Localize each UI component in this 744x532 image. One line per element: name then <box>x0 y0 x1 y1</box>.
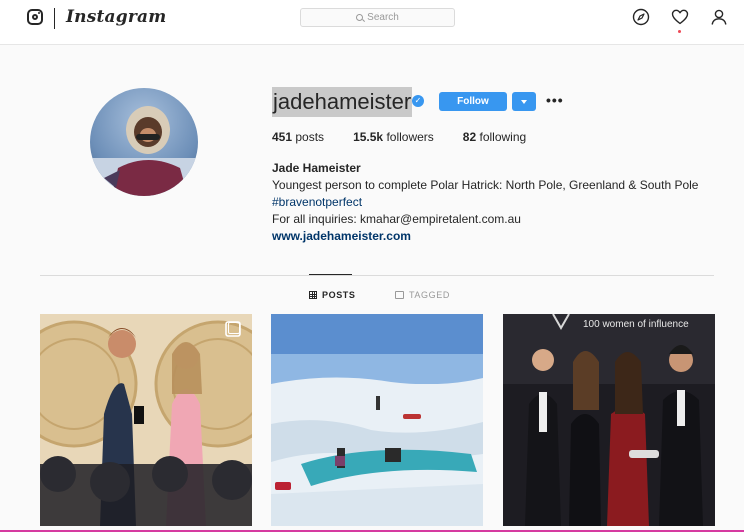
followers-label: followers <box>386 130 434 144</box>
followers-stat[interactable]: 15.5k followers <box>353 130 434 144</box>
gala-banner-text: 100 women of influence <box>583 319 689 330</box>
posts-count: 451 <box>272 130 293 144</box>
grid-icon <box>309 291 317 299</box>
post-thumbnail[interactable]: 100 women of influence <box>503 314 715 526</box>
post-thumbnail[interactable] <box>40 314 252 526</box>
following-count: 82 <box>462 130 477 144</box>
search-input[interactable]: Search <box>300 8 455 27</box>
profile-person-icon[interactable] <box>710 8 728 26</box>
active-tab-indicator <box>309 274 352 275</box>
website-link[interactable]: www.jadehameister.com <box>272 228 698 245</box>
bio-hashtag-link[interactable]: #bravenotperfect <box>272 194 698 211</box>
activity-heart-icon[interactable] <box>671 8 689 26</box>
more-options-button[interactable]: ••• <box>546 93 564 107</box>
post-image-gala: 100 women of influence <box>503 314 715 526</box>
tab-posts[interactable]: POSTS <box>309 290 356 300</box>
following-label: following <box>479 130 527 144</box>
followers-count: 15.5k <box>353 130 384 144</box>
full-name: Jade Hameister <box>272 161 361 175</box>
logo-divider <box>54 8 55 29</box>
avatar-photo <box>90 106 198 196</box>
chevron-down-icon <box>521 99 527 104</box>
tab-tagged[interactable]: TAGGED <box>395 290 450 300</box>
posts-label: posts <box>295 130 325 144</box>
suggested-accounts-dropdown-button[interactable] <box>512 92 536 111</box>
verified-badge-icon: ✓ <box>412 95 424 107</box>
tab-tagged-label: TAGGED <box>409 290 450 300</box>
search-placeholder: Search <box>367 12 399 23</box>
bio-line: Youngest person to complete Polar Hatric… <box>272 178 699 192</box>
post-image-award <box>40 314 252 526</box>
post-thumbnail[interactable] <box>271 314 483 526</box>
profile-username: jadehameister <box>272 87 413 117</box>
search-icon <box>356 14 364 21</box>
explore-compass-icon[interactable] <box>632 8 650 26</box>
carousel-icon <box>228 322 240 334</box>
notification-dot <box>678 30 681 33</box>
profile-stats: 451 posts 15.5k followers 82 following <box>272 130 555 144</box>
tabs-divider <box>40 275 714 276</box>
instagram-wordmark[interactable]: Instagram <box>66 7 166 27</box>
bio-inquiries: For all inquiries: kmahar@empiretalent.c… <box>272 212 521 226</box>
top-navigation-bar: Instagram Search <box>0 0 744 45</box>
posts-stat: 451 posts <box>272 130 324 144</box>
tab-posts-label: POSTS <box>322 290 356 300</box>
profile-avatar[interactable] <box>90 88 198 196</box>
tagged-icon <box>395 291 404 299</box>
instagram-logo-icon[interactable] <box>27 9 43 25</box>
post-image-greenland <box>271 314 483 526</box>
following-stat[interactable]: 82 following <box>463 130 526 144</box>
profile-bio: Jade Hameister Youngest person to comple… <box>272 160 698 245</box>
follow-button[interactable]: Follow <box>439 92 507 111</box>
